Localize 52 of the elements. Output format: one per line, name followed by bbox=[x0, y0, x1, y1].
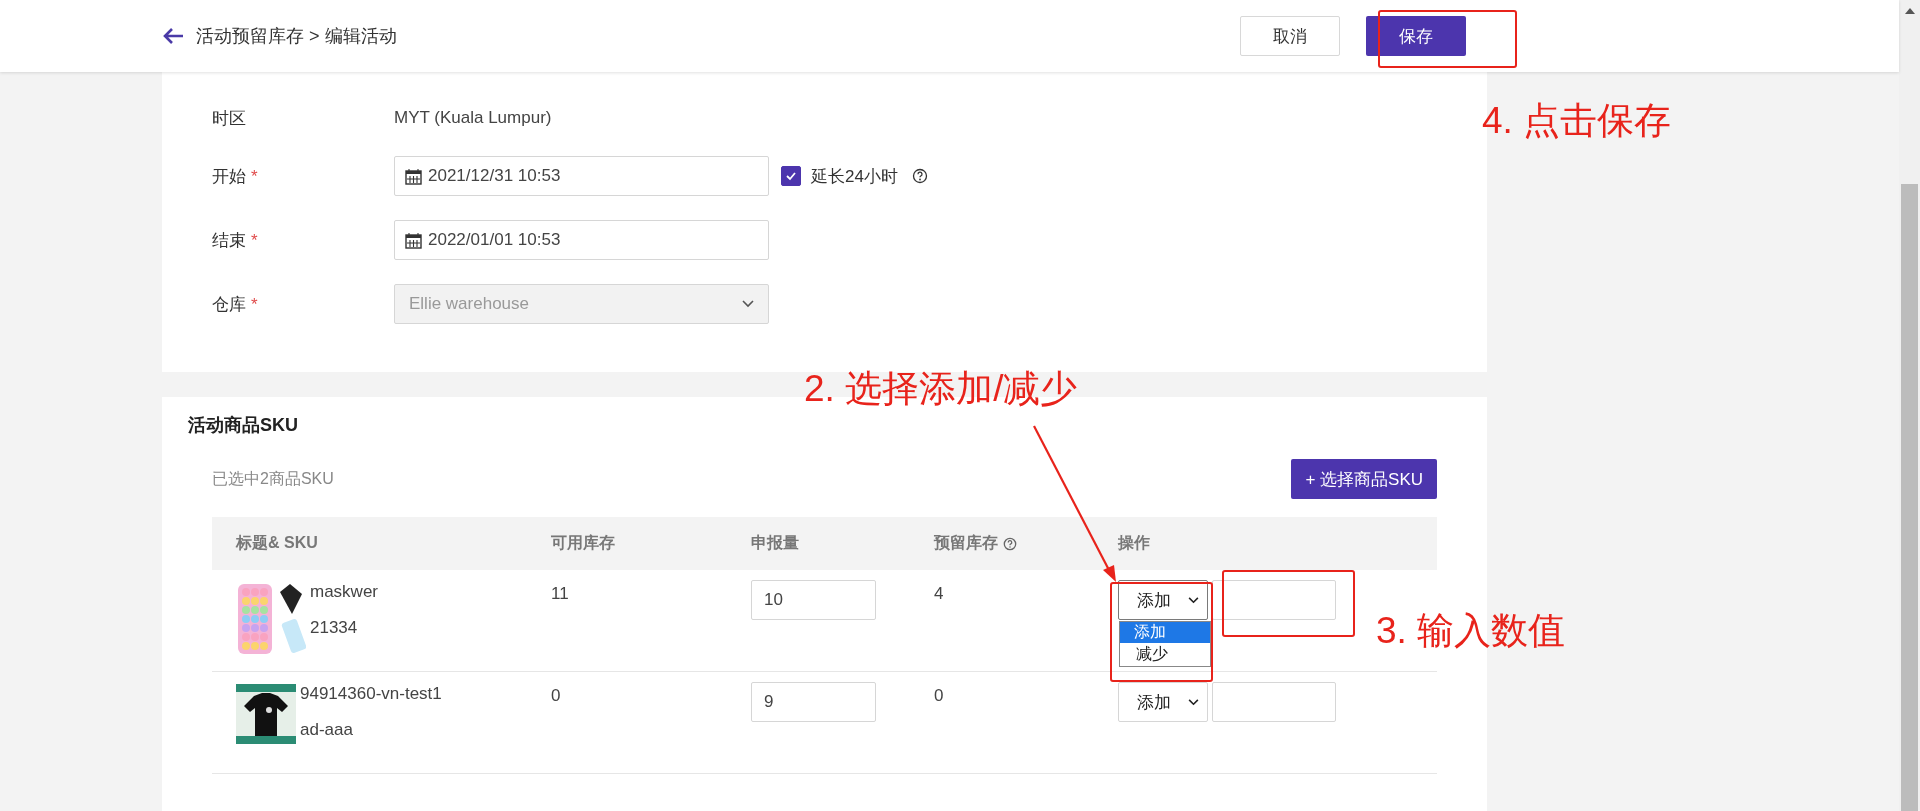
cancel-button[interactable]: 取消 bbox=[1240, 16, 1340, 56]
annotation-text: 2. 选择添加/减少 bbox=[804, 367, 1078, 411]
operation-select[interactable]: 添加 bbox=[1118, 580, 1208, 620]
field-label: 仓库 bbox=[212, 294, 246, 314]
chevron-down-icon bbox=[742, 300, 754, 308]
back-arrow-icon[interactable] bbox=[162, 27, 184, 45]
product-sku: 21334 bbox=[310, 618, 359, 638]
help-icon[interactable] bbox=[911, 168, 928, 184]
required-mark: * bbox=[251, 294, 258, 314]
field-label: 结束 bbox=[212, 230, 246, 250]
select-sku-button[interactable]: + 选择商品SKU bbox=[1291, 459, 1437, 499]
selected-count: 已选中2商品SKU bbox=[212, 468, 334, 489]
field-label: 时区 bbox=[212, 108, 246, 128]
table-cell: 11 bbox=[551, 584, 569, 603]
dropdown-option[interactable]: 减少 bbox=[1120, 643, 1210, 666]
field-value: MYT (Kuala Lumpur) bbox=[394, 108, 552, 128]
field-label: 开始 bbox=[212, 166, 246, 186]
checkbox-label: 延长24小时 bbox=[811, 165, 898, 188]
calendar-icon bbox=[405, 231, 422, 249]
column-header: 可用库存 bbox=[551, 533, 615, 553]
scroll-thumb[interactable] bbox=[1901, 184, 1918, 811]
required-mark: * bbox=[251, 166, 258, 186]
date-field[interactable]: 2021/12/31 10:53 bbox=[394, 156, 769, 196]
value-input[interactable] bbox=[1212, 580, 1336, 620]
column-header: 操作 bbox=[1118, 533, 1150, 553]
product-title: 94914360-vn-test1 bbox=[300, 684, 442, 704]
calendar-icon bbox=[405, 167, 422, 185]
section-title: 活动商品SKU bbox=[188, 414, 299, 437]
chevron-down-icon bbox=[1188, 596, 1199, 604]
required-mark: * bbox=[251, 230, 258, 250]
chevron-down-icon bbox=[1188, 698, 1199, 706]
save-button[interactable]: 保存 bbox=[1366, 16, 1466, 56]
value-input[interactable] bbox=[1212, 682, 1336, 722]
checkbox[interactable] bbox=[781, 166, 801, 186]
product-title: maskwer bbox=[310, 582, 378, 602]
dropdown-option[interactable]: 添加 bbox=[1120, 622, 1210, 643]
table-cell: 0 bbox=[551, 686, 561, 705]
table-cell: 0 bbox=[934, 686, 944, 705]
operation-select[interactable]: 添加 bbox=[1118, 682, 1208, 722]
annotation-text: 4. 点击保存 bbox=[1482, 99, 1672, 143]
date-field[interactable]: 2022/01/01 10:53 bbox=[394, 220, 769, 260]
annotation-text: 3. 输入数值 bbox=[1376, 609, 1566, 653]
product-sku: ad-aaa bbox=[300, 720, 354, 740]
column-header: 预留库存 bbox=[934, 533, 998, 553]
column-header: 标题& SKU bbox=[236, 533, 318, 553]
column-header: 申报量 bbox=[751, 533, 799, 553]
table-cell: 4 bbox=[934, 584, 944, 603]
breadcrumb: 活动预留库存 > 编辑活动 bbox=[196, 25, 397, 48]
quantity-input[interactable]: 10 bbox=[751, 580, 876, 620]
quantity-input[interactable]: 9 bbox=[751, 682, 876, 722]
scroll-up-icon[interactable] bbox=[1904, 8, 1915, 14]
t-shirt-drawing bbox=[236, 684, 296, 744]
